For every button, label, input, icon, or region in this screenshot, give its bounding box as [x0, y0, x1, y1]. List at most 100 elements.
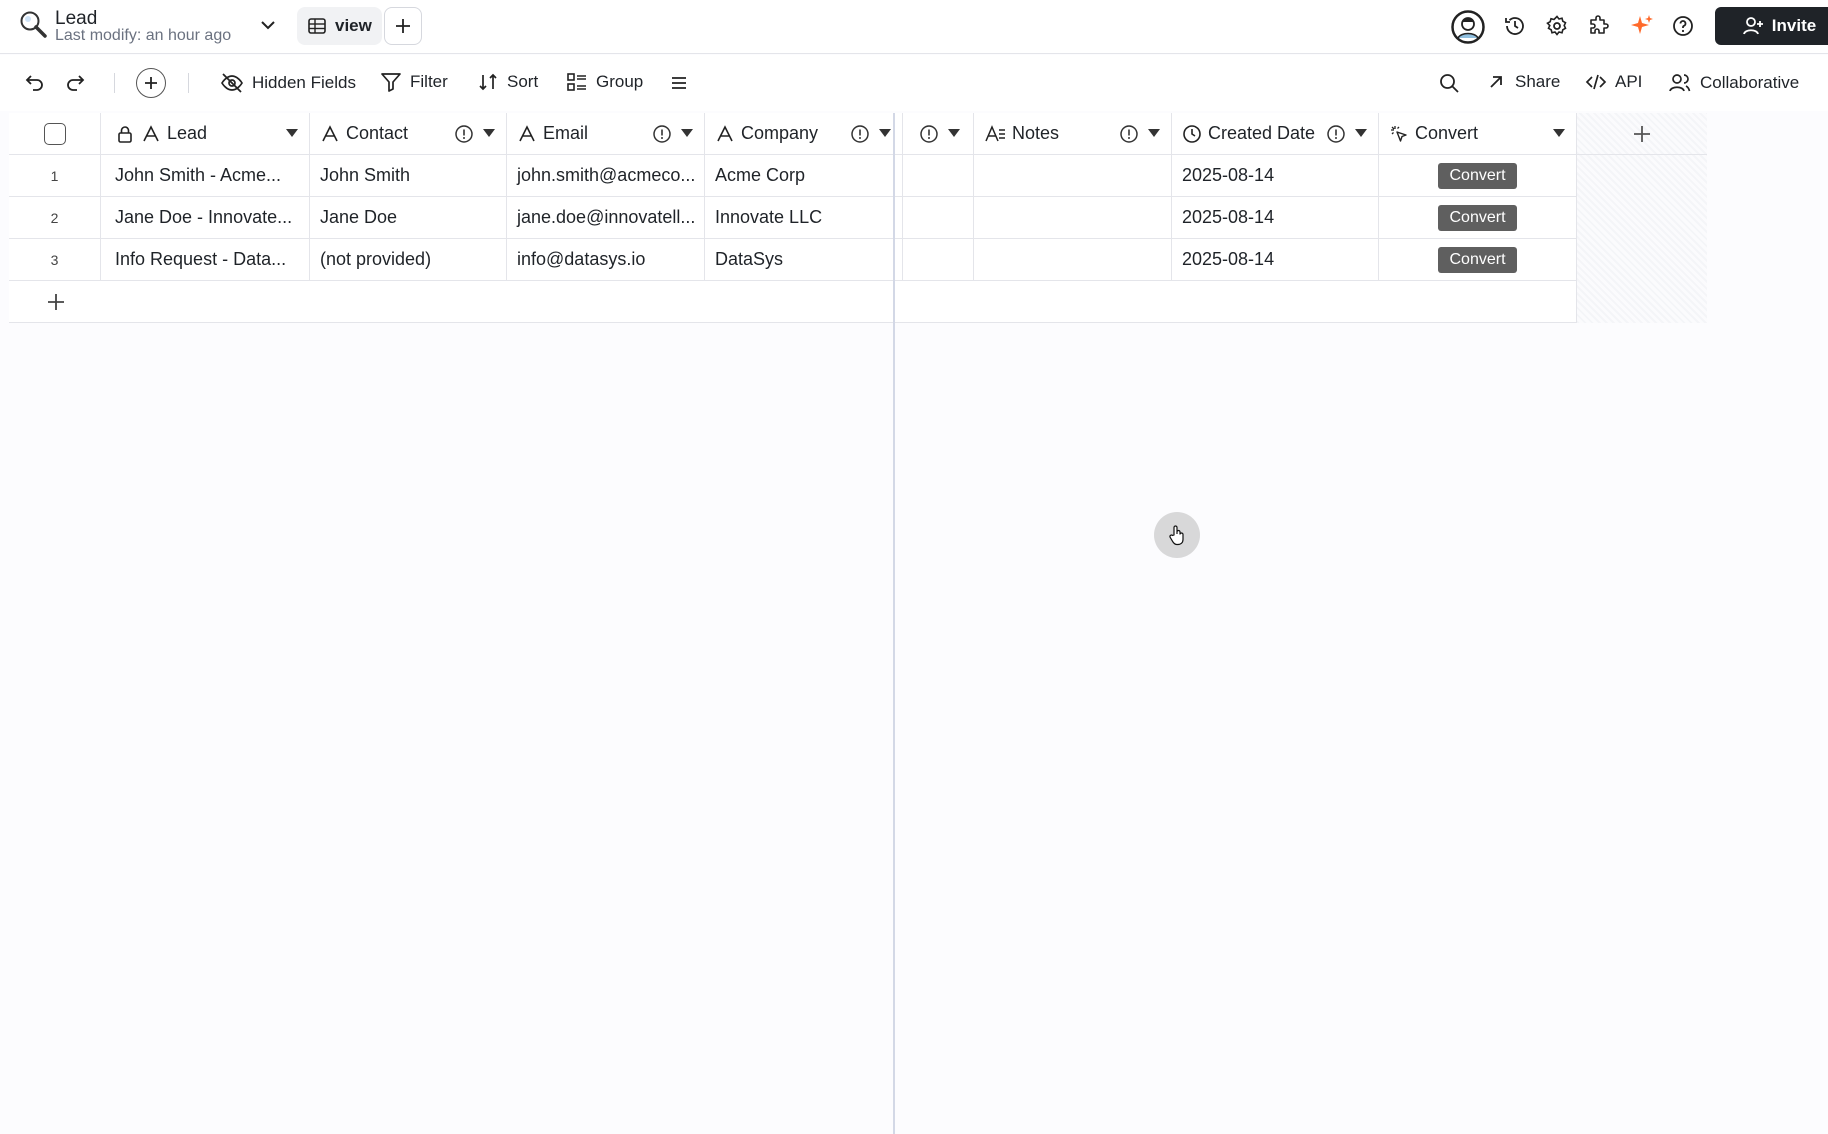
text-field-icon — [517, 124, 537, 144]
cell-email[interactable]: jane.doe@innovatell... — [507, 197, 705, 239]
frozen-column-divider[interactable] — [893, 113, 895, 1134]
invite-label: Invite — [1771, 16, 1817, 35]
cell-email[interactable]: john.smith@acmeco... — [507, 155, 705, 197]
text-field-icon — [141, 124, 161, 144]
cell-email[interactable]: info@datasys.io — [507, 239, 705, 281]
add-view-button[interactable] — [384, 7, 422, 45]
add-record-button[interactable] — [136, 68, 166, 98]
column-header-unnamed[interactable] — [903, 113, 974, 155]
puzzle-icon[interactable] — [1587, 14, 1611, 38]
row-number: 3 — [9, 239, 101, 281]
cell-created-date[interactable]: 2025-08-14 — [1172, 239, 1379, 281]
cell-unnamed[interactable] — [903, 155, 974, 197]
redo-icon[interactable] — [64, 71, 88, 95]
view-tab[interactable]: view — [297, 7, 382, 45]
button-field-icon — [1389, 124, 1409, 144]
column-header-lead[interactable]: Lead — [101, 113, 310, 155]
cell-lead[interactable]: Info Request - Data... — [101, 239, 310, 281]
avatar[interactable] — [1451, 10, 1485, 44]
column-header-company[interactable]: Company — [705, 113, 903, 155]
plus-icon — [45, 291, 67, 313]
cell-created-date[interactable]: 2025-08-14 — [1172, 155, 1379, 197]
dropdown-arrow-icon[interactable] — [1552, 128, 1566, 138]
group-icon — [566, 71, 588, 93]
convert-button[interactable]: Convert — [1438, 246, 1517, 273]
cell-contact[interactable]: (not provided) — [310, 239, 507, 281]
cell-contact[interactable]: Jane Doe — [310, 197, 507, 239]
view-tab-label: view — [335, 16, 372, 35]
history-icon[interactable] — [1503, 14, 1527, 38]
dropdown-arrow-icon[interactable] — [1147, 128, 1161, 138]
cell-unnamed[interactable] — [903, 239, 974, 281]
column-header-contact[interactable]: Contact — [310, 113, 507, 155]
filter-icon — [380, 71, 402, 93]
share-button[interactable]: Share — [1485, 71, 1560, 93]
hidden-fields-button[interactable]: Hidden Fields — [220, 71, 356, 95]
filter-button[interactable]: Filter — [380, 71, 448, 93]
cell-created-date[interactable]: 2025-08-14 — [1172, 197, 1379, 239]
grid-filler — [1577, 155, 1707, 323]
cell-company[interactable]: Acme Corp — [705, 155, 903, 197]
plus-icon — [143, 75, 159, 91]
cell-notes[interactable] — [974, 197, 1172, 239]
cell-notes[interactable] — [974, 239, 1172, 281]
collaborative-button[interactable]: Collaborative — [1668, 71, 1799, 95]
lock-icon — [115, 124, 135, 144]
undo-icon[interactable] — [22, 71, 46, 95]
hidden-fields-label: Hidden Fields — [252, 73, 356, 92]
cell-contact[interactable]: John Smith — [310, 155, 507, 197]
chevron-down-icon[interactable] — [258, 15, 278, 35]
convert-button[interactable]: Convert — [1438, 162, 1517, 189]
sort-icon — [477, 71, 499, 93]
group-button[interactable]: Group — [566, 71, 643, 93]
cell-company[interactable]: Innovate LLC — [705, 197, 903, 239]
cell-company[interactable]: DataSys — [705, 239, 903, 281]
top-bar: Lead Last modify: an hour ago view Invit… — [0, 0, 1828, 54]
last-modified-text: Last modify: an hour ago — [55, 27, 232, 44]
hand-cursor-icon — [1168, 524, 1188, 546]
dropdown-arrow-icon[interactable] — [1354, 128, 1368, 138]
info-icon[interactable] — [652, 124, 672, 144]
invite-button[interactable]: Invite — [1715, 7, 1828, 45]
collaborative-label: Collaborative — [1700, 73, 1800, 92]
column-header-convert[interactable]: Convert — [1379, 113, 1577, 155]
menu-icon[interactable] — [668, 72, 690, 94]
api-label: API — [1615, 72, 1643, 91]
table-search-icon[interactable] — [18, 9, 48, 39]
cell-lead[interactable]: Jane Doe - Innovate... — [101, 197, 310, 239]
info-icon[interactable] — [1326, 124, 1346, 144]
dropdown-arrow-icon[interactable] — [680, 128, 694, 138]
cell-notes[interactable] — [974, 155, 1172, 197]
info-icon[interactable] — [919, 124, 939, 144]
dropdown-arrow-icon[interactable] — [947, 128, 961, 138]
api-button[interactable]: API — [1585, 71, 1642, 93]
search-icon[interactable] — [1437, 71, 1461, 95]
sparkle-icon[interactable] — [1629, 13, 1655, 39]
info-icon[interactable] — [454, 124, 474, 144]
user-plus-icon — [1742, 15, 1764, 37]
add-row-button[interactable] — [9, 281, 1577, 323]
convert-button[interactable]: Convert — [1438, 204, 1517, 231]
info-icon[interactable] — [1119, 124, 1139, 144]
column-header-notes[interactable]: Notes — [974, 113, 1172, 155]
column-label-notes: Notes — [1012, 123, 1060, 143]
users-icon — [1668, 71, 1692, 95]
column-header-email[interactable]: Email — [507, 113, 705, 155]
sort-button[interactable]: Sort — [477, 71, 538, 93]
dropdown-arrow-icon[interactable] — [878, 128, 892, 138]
clock-icon — [1182, 124, 1202, 144]
column-label-company: Company — [741, 123, 819, 143]
help-icon[interactable] — [1671, 14, 1695, 38]
cell-lead[interactable]: John Smith - Acme... — [101, 155, 310, 197]
dropdown-arrow-icon[interactable] — [482, 128, 496, 138]
gear-icon[interactable] — [1545, 14, 1569, 38]
select-all-checkbox[interactable] — [43, 122, 66, 145]
dropdown-arrow-icon[interactable] — [285, 128, 299, 138]
cell-unnamed[interactable] — [903, 197, 974, 239]
column-header-created-date[interactable]: Created Date — [1172, 113, 1379, 155]
add-column-button[interactable] — [1577, 113, 1707, 155]
pointer-cursor-indicator — [1154, 512, 1200, 558]
column-label-lead: Lead — [167, 123, 208, 143]
info-icon[interactable] — [850, 124, 870, 144]
toolbar-divider — [114, 73, 115, 93]
